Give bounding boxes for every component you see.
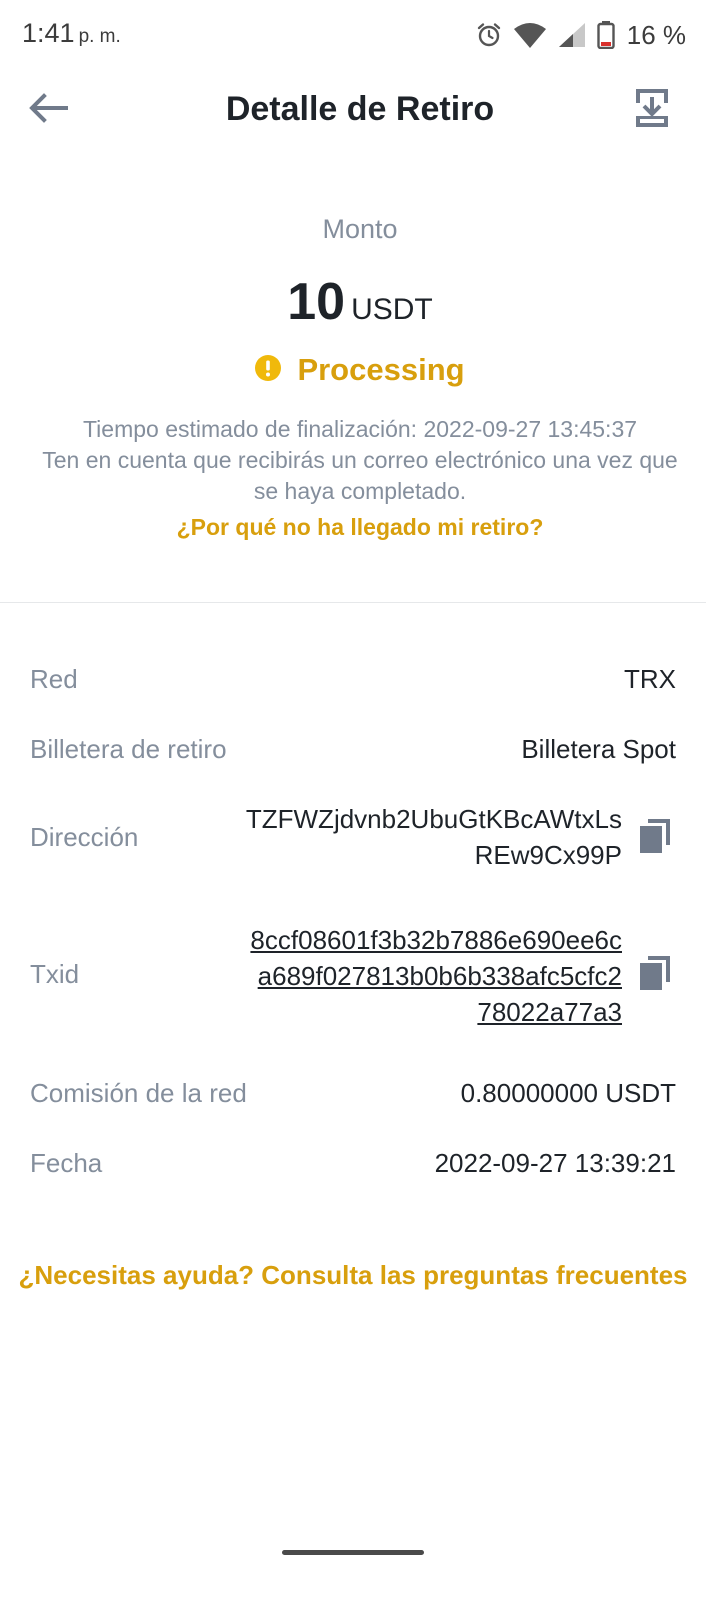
- address-label: Dirección: [30, 822, 139, 852]
- amount-value: 10: [287, 273, 346, 331]
- network-value: TRX: [624, 664, 676, 694]
- why-not-arrived-link[interactable]: ¿Por qué no ha llegado mi retiro?: [0, 514, 720, 541]
- copy-txid-button[interactable]: [640, 956, 670, 990]
- status-time: 1:41 p. m.: [22, 18, 121, 49]
- signal-icon: [557, 21, 587, 49]
- address-line: REw9Cx99P: [474, 840, 622, 870]
- download-button[interactable]: [630, 88, 674, 132]
- estimated-time-info: Tiempo estimado de finalización: 2022-09…: [0, 414, 720, 507]
- copy-icon: [640, 956, 670, 994]
- network-label: Red: [30, 664, 78, 694]
- estimated-time-text: Tiempo estimado de finalización: 2022-09…: [82, 416, 638, 442]
- address-value: TZFWZjdvnb2UbuGtKBcAWtxLs REw9Cx99P: [246, 801, 622, 873]
- address-line: TZFWZjdvnb2UbuGtKBcAWtxLs: [245, 804, 622, 834]
- faq-help-link[interactable]: ¿Necesitas ayuda? Consulta las preguntas…: [0, 1260, 706, 1291]
- home-indicator[interactable]: [282, 1550, 424, 1555]
- download-icon: [636, 88, 668, 132]
- warning-icon: [255, 354, 282, 386]
- alarm-icon: [475, 21, 503, 49]
- amount-unit: USDT: [351, 293, 433, 326]
- status-text: Processing: [297, 352, 465, 387]
- app-header: Detalle de Retiro: [0, 70, 720, 150]
- clock-ampm: p. m.: [78, 26, 121, 47]
- wallet-label: Billetera de retiro: [30, 734, 227, 764]
- status-bar: 1:41 p. m. 16 %: [0, 0, 720, 70]
- battery-percentage: 16 %: [626, 19, 686, 50]
- page-title: Detalle de Retiro: [225, 90, 495, 128]
- wallet-value: Billetera Spot: [521, 734, 676, 764]
- network-fee-label: Comisión de la red: [30, 1078, 247, 1108]
- network-fee-value: 0.80000000 USDT: [460, 1078, 676, 1108]
- wifi-icon: [513, 21, 547, 49]
- txid-line: 8ccf08601f3b32b7886e690ee6c: [250, 925, 622, 955]
- divider: [0, 602, 706, 603]
- date-value: 2022-09-27 13:39:21: [434, 1148, 676, 1178]
- copy-icon: [640, 819, 670, 857]
- clock-time: 1:41: [22, 18, 75, 48]
- txid-line: 78022a77a3: [477, 997, 622, 1027]
- copy-address-button[interactable]: [640, 819, 670, 853]
- status-row: Processing: [0, 352, 720, 388]
- battery-icon: [597, 21, 615, 49]
- txid-label: Txid: [30, 959, 80, 989]
- amount-row: 10 USDT: [0, 272, 720, 332]
- email-notice-text: Ten en cuenta que recibirás un correo el…: [42, 447, 678, 504]
- status-icons: 16 %: [475, 18, 686, 52]
- date-label: Fecha: [30, 1148, 103, 1178]
- amount-label: Monto: [322, 214, 398, 244]
- txid-line: a689f027813b0b6b338afc5cfc2: [257, 961, 622, 991]
- txid-link[interactable]: 8ccf08601f3b32b7886e690ee6c a689f027813b…: [250, 922, 622, 1030]
